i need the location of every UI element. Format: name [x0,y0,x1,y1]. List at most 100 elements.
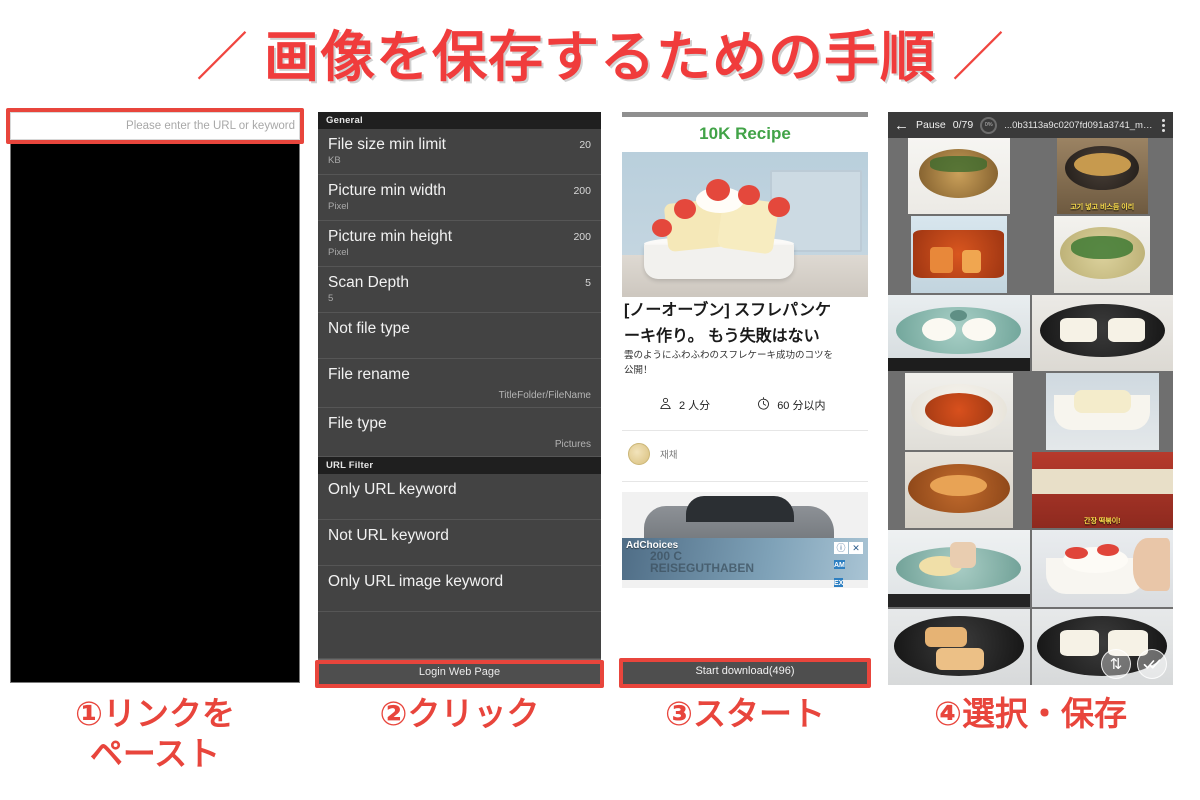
list-item[interactable] [888,138,1030,215]
thumbnail-caption: 간장 떡볶이! [1084,518,1121,526]
progress-ring-icon: 0% [980,116,998,134]
list-item[interactable] [888,294,1030,372]
recipe-duration: 60 分以内 [756,396,825,414]
list-item[interactable] [1031,294,1173,372]
list-item[interactable] [888,530,1030,607]
section-header-url-filter: URL Filter [318,456,601,474]
title-right-mark: ／ [952,29,1005,87]
panel-settings: General File size min limit KB 20 Pictur… [315,112,604,688]
gallery-header: ← Pause 0/79 0% ...0b3113a9c0207fd091a37… [888,112,1173,138]
recipe-servings-text: 2 人分 [679,399,711,412]
setting-row-file-type[interactable]: File type Pictures [318,408,601,457]
timer-icon [756,396,771,414]
panel-download-gallery: ← Pause 0/79 0% ...0b3113a9c0207fd091a37… [888,112,1173,685]
setting-label: File type [328,414,387,432]
settings-list: General File size min limit KB 20 Pictur… [318,112,601,685]
recipe-author-name: 재채 [660,449,678,461]
list-item[interactable] [1031,373,1173,450]
download-counter: 0/79 [952,119,974,131]
list-item[interactable] [888,608,1030,685]
select-all-icon[interactable] [1137,649,1167,679]
ad-info-icon[interactable]: ⓘ [834,541,848,554]
avatar [628,442,650,465]
recipe-heading-line1: [ノーオーブン] スフレパンケ [624,302,831,319]
list-item[interactable] [1031,530,1173,607]
setting-row-file-size-min-limit[interactable]: File size min limit KB 20 [318,129,601,175]
settings-empty-space [318,612,601,659]
caption-step-1-line2: ペースト [89,735,221,773]
floating-action-buttons: ⇅ [1101,649,1167,679]
caption-step-3: ③スタート [622,694,868,734]
step-captions: ①リンクを ペースト ②クリック ③スタート ④選択・保存 [0,694,1200,800]
setting-value: 20 [579,139,591,151]
person-icon [658,396,673,414]
caption-step-4: ④選択・保存 [888,694,1173,734]
caption-step-2: ②クリック [318,694,601,734]
steps-panel-strip: Please enter the URL or keyword General … [0,108,1200,690]
setting-label: Scan Depth [328,274,409,291]
recipe-description-line2: 公開！ [624,364,653,376]
setting-sublabel: Pixel [328,200,349,212]
caption-step-4-line1: ④選択・保存 [934,695,1127,732]
amex-logo: ⓘ ✕ AM EX [834,541,864,587]
list-item[interactable] [1031,216,1173,293]
browser-viewport[interactable] [10,142,300,683]
sort-toggle-icon[interactable]: ⇅ [1101,649,1131,679]
setting-label: Picture min height [328,228,453,245]
setting-value: 5 [585,277,591,289]
divider [622,480,868,482]
list-item[interactable]: 고기 넣고 비스듬 이리 [1031,138,1173,215]
setting-label: File size min limit [328,136,446,153]
url-input[interactable]: Please enter the URL or keyword [10,112,300,140]
section-header-general: General [318,112,601,129]
list-item[interactable] [888,451,1030,529]
setting-label: Picture min width [328,182,447,199]
recipe-author-row[interactable]: 재채 [622,431,868,475]
login-web-page-button[interactable]: Login Web Page [318,659,601,685]
recipe-heading-line2: ーキ作り。 もう失敗はない [624,327,820,345]
thumbnail-caption: 고기 넣고 비스듬 이리 [1070,204,1135,212]
list-item[interactable]: 간장 떡볶이! [1031,451,1173,529]
pause-button[interactable]: Pause [916,119,946,131]
title-left-mark: ＼ [195,29,248,87]
setting-row-file-rename[interactable]: File rename TitleFolder/FileName [318,359,601,408]
recipe-description-line1: 雲のようにふわふわのスフレケーキ成功のコツを [624,350,834,362]
ad-close-icon[interactable]: ✕ [849,541,863,554]
current-filename: ...0b3113a9c0207fd091a3741_m.jpg [1004,119,1153,131]
back-arrow-icon[interactable]: ← [894,118,909,133]
ad-line-2: REISEGUTHABEN [650,561,755,576]
list-item[interactable] [888,373,1030,450]
panel-browser: Please enter the URL or keyword [6,108,304,685]
list-item[interactable] [888,216,1030,293]
setting-row-picture-min-height[interactable]: Picture min height Pixel 200 [318,221,601,267]
gallery-screen: ← Pause 0/79 0% ...0b3113a9c0207fd091a37… [888,112,1173,685]
url-input-placeholder: Please enter the URL or keyword [126,120,295,132]
recipe-webview: 10K Recipe [ノーオーブン] スフレパンケ ーキ作り。 もう失敗はない… [622,112,868,685]
setting-label: Only URL image keyword [328,572,504,590]
ad-banner[interactable]: AdChoices 200 C REISEGUTHABEN ⓘ ✕ AM EX [622,491,868,588]
recipe-meta-row: 2 人分 60 分以内 [622,378,868,431]
setting-row-picture-min-width[interactable]: Picture min width Pixel 200 [318,175,601,221]
kebab-menu-icon[interactable] [1160,118,1167,132]
recipe-servings: 2 人分 [658,396,710,414]
setting-row-only-url-keyword[interactable]: Only URL keyword [318,474,601,520]
setting-row-not-file-type[interactable]: Not file type [318,313,601,359]
amex-line-2: EX [834,579,844,587]
caption-step-1-line1: ①リンクを [75,695,235,732]
setting-label: Not URL keyword [328,526,449,544]
caption-step-1: ①リンクを ペースト [10,694,300,775]
panel-recipe-page: 10K Recipe [ノーオーブン] スフレパンケ ーキ作り。 もう失敗はない… [619,112,871,688]
setting-row-not-url-keyword[interactable]: Not URL keyword [318,520,601,566]
setting-row-only-url-image-keyword[interactable]: Only URL image keyword [318,566,601,612]
page-title: 画像を保存するための手順 [263,26,936,88]
caption-step-3-line1: ③スタート [665,695,825,732]
recipe-hero-image [622,152,868,297]
setting-sublabel: Pixel [328,246,349,258]
setting-value: 200 [573,231,591,243]
setting-row-scan-depth[interactable]: Scan Depth 5 5 [318,267,601,313]
start-download-button[interactable]: Start download(496) [622,658,868,685]
page-title-row: ＼ 画像を保存するための手順 ／ [0,0,1200,104]
amex-line-1: AM [834,561,845,569]
setting-value: 200 [573,185,591,197]
setting-label: File rename [328,366,410,383]
